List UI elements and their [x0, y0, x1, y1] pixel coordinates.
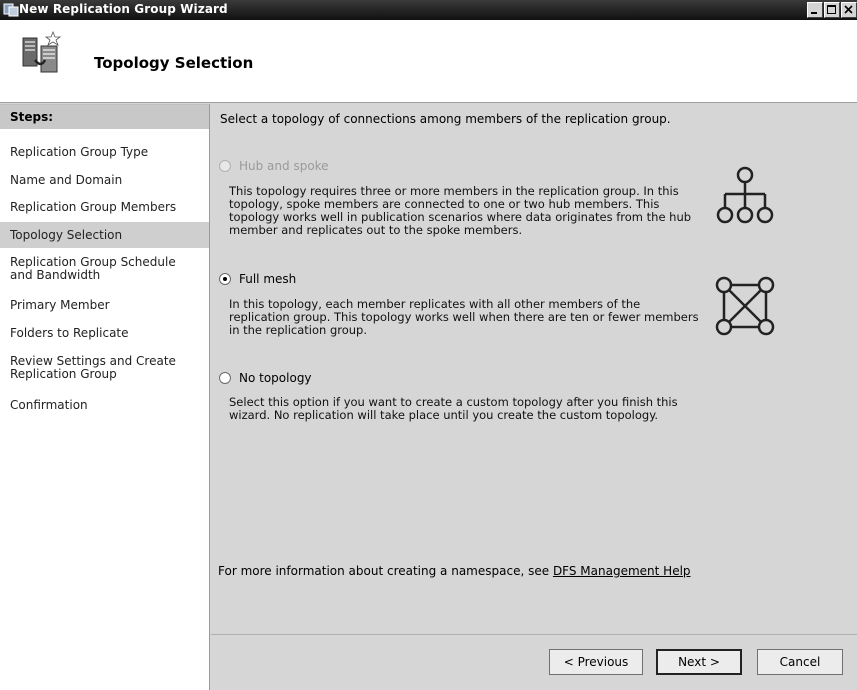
replication-app-icon [3, 3, 19, 17]
window-title: New Replication Group Wizard [19, 2, 228, 16]
no-topology-radio[interactable] [219, 372, 231, 384]
hub-and-spoke-label: Hub and spoke [239, 159, 329, 173]
steps-panel: Steps: Replication Group Type Name and D… [0, 104, 210, 690]
step-topology-selection: Topology Selection [0, 222, 209, 248]
full-mesh-description: In this topology, each member replicates… [229, 297, 699, 337]
step-name-and-domain: Name and Domain [10, 173, 123, 187]
step-folders-to-replicate: Folders to Replicate [10, 326, 129, 340]
step-schedule-and-bandwidth: Replication Group Schedule and Bandwidth [10, 255, 176, 282]
full-mesh-radio[interactable] [219, 273, 231, 285]
page-title: Topology Selection [94, 54, 254, 72]
main-panel: Select a topology of connections among m… [211, 104, 857, 634]
no-topology-option[interactable]: No topology [219, 371, 312, 385]
no-topology-description: Select this option if you want to create… [229, 395, 678, 422]
step-review-settings: Review Settings and Create Replication G… [10, 354, 176, 381]
dfs-management-help-link[interactable]: DFS Management Help [553, 564, 691, 578]
steps-heading: Steps: [0, 105, 209, 129]
maximize-icon [827, 5, 836, 14]
help-text: For more information about creating a na… [218, 564, 691, 578]
previous-button[interactable]: < Previous [549, 649, 643, 675]
step-confirmation: Confirmation [10, 398, 88, 412]
hub-and-spoke-description: This topology requires three or more mem… [229, 184, 692, 237]
wizard-header: Topology Selection [0, 20, 857, 103]
minimize-icon [811, 12, 817, 14]
full-mesh-option[interactable]: Full mesh [219, 272, 296, 286]
full-mesh-label: Full mesh [239, 272, 297, 286]
close-icon [844, 5, 853, 14]
hub-and-spoke-option[interactable]: Hub and spoke [219, 159, 329, 173]
minimize-button[interactable] [807, 2, 823, 18]
step-replication-group-type: Replication Group Type [10, 145, 149, 159]
hub-and-spoke-radio[interactable] [219, 160, 231, 172]
replication-wizard-icon [22, 30, 61, 73]
no-topology-label: No topology [239, 371, 312, 385]
window-controls [806, 2, 857, 18]
close-button[interactable] [841, 2, 857, 18]
hub-spoke-topology-icon [716, 166, 774, 224]
cancel-button[interactable]: Cancel [757, 649, 843, 675]
step-replication-group-members: Replication Group Members [10, 200, 177, 214]
full-mesh-topology-icon [715, 276, 775, 336]
maximize-button[interactable] [824, 2, 840, 18]
step-primary-member: Primary Member [10, 298, 110, 312]
help-prefix: For more information about creating a na… [218, 564, 550, 578]
next-button[interactable]: Next > [656, 649, 742, 675]
wizard-footer: < Previous Next > Cancel [211, 634, 857, 690]
intro-text: Select a topology of connections among m… [220, 112, 671, 126]
title-bar: New Replication Group Wizard [0, 0, 857, 20]
